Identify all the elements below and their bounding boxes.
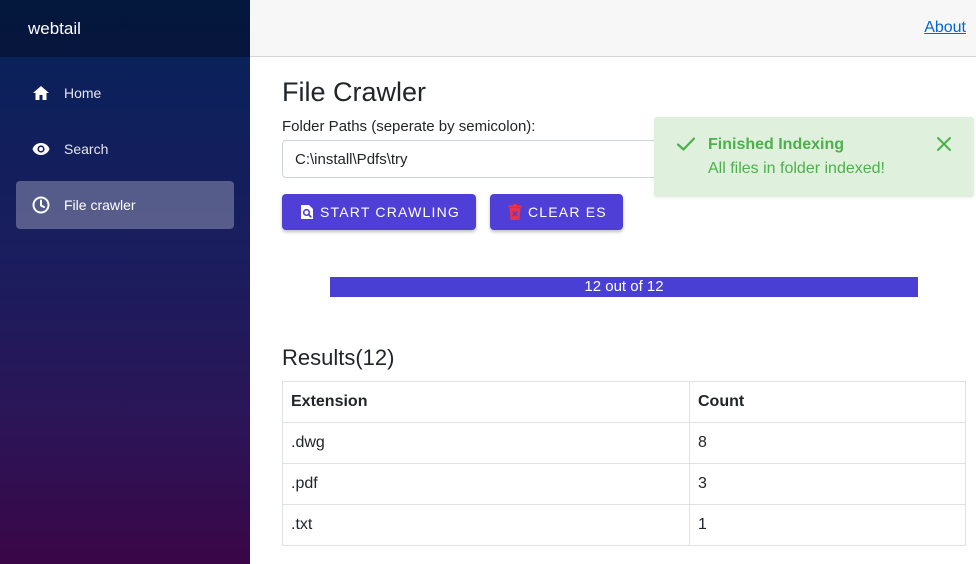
sidebar-item-label: File crawler — [64, 197, 136, 213]
start-crawling-label: START CRAWLING — [320, 204, 460, 220]
close-icon[interactable] — [936, 136, 952, 157]
progress-text: 12 out of 12 — [584, 278, 664, 295]
extension-cell: .pdf — [282, 463, 690, 505]
top-bar: About — [250, 0, 976, 57]
results-title: Results(12) — [282, 345, 395, 370]
count-cell: 3 — [689, 463, 966, 505]
sidebar-item-label: Search — [64, 141, 109, 157]
extension-cell: .txt — [282, 504, 690, 546]
delete-bin-icon — [508, 204, 522, 220]
sidebar-item-search[interactable]: Search — [16, 125, 234, 173]
folder-paths-input[interactable] — [282, 140, 682, 178]
action-buttons: START CRAWLING CLEAR ES — [282, 194, 966, 230]
sidebar-item-home[interactable]: Home — [16, 69, 234, 117]
file-search-icon — [300, 204, 314, 220]
column-header-count: Count — [689, 381, 966, 423]
page-title: File Crawler — [282, 77, 427, 107]
sidebar-item-file-crawler[interactable]: File crawler — [16, 181, 234, 229]
table-row: .txt 1 — [282, 504, 966, 546]
brand-title[interactable]: webtail — [0, 0, 250, 57]
count-cell: 8 — [689, 422, 966, 464]
column-header-extension: Extension — [282, 381, 690, 423]
extension-cell: .dwg — [282, 422, 690, 464]
count-cell: 1 — [689, 504, 966, 546]
sidebar: webtail Home Search File crawler — [0, 0, 250, 564]
clock-icon — [31, 195, 51, 215]
clear-es-button[interactable]: CLEAR ES — [489, 194, 623, 230]
checkmark-icon — [676, 136, 696, 157]
sidebar-item-label: Home — [64, 85, 102, 101]
toast-message: All files in folder indexed! — [708, 160, 885, 177]
home-icon — [31, 83, 51, 103]
table-header-row: Extension Count — [282, 381, 966, 423]
clear-es-label: CLEAR ES — [527, 204, 607, 220]
eye-icon — [31, 139, 51, 159]
toast-title: Finished Indexing — [708, 136, 845, 153]
start-crawling-button[interactable]: START CRAWLING — [282, 194, 476, 230]
table-row: .pdf 3 — [282, 463, 966, 505]
success-toast: Finished Indexing All files in folder in… — [654, 117, 974, 197]
crawl-progress-bar: 12 out of 12 — [330, 277, 918, 297]
results-table: Extension Count .dwg 8 .pdf 3 .txt 1 — [282, 381, 966, 546]
sidebar-nav: Home Search File crawler — [0, 69, 250, 229]
about-link[interactable]: About — [924, 19, 966, 37]
table-row: .dwg 8 — [282, 422, 966, 464]
